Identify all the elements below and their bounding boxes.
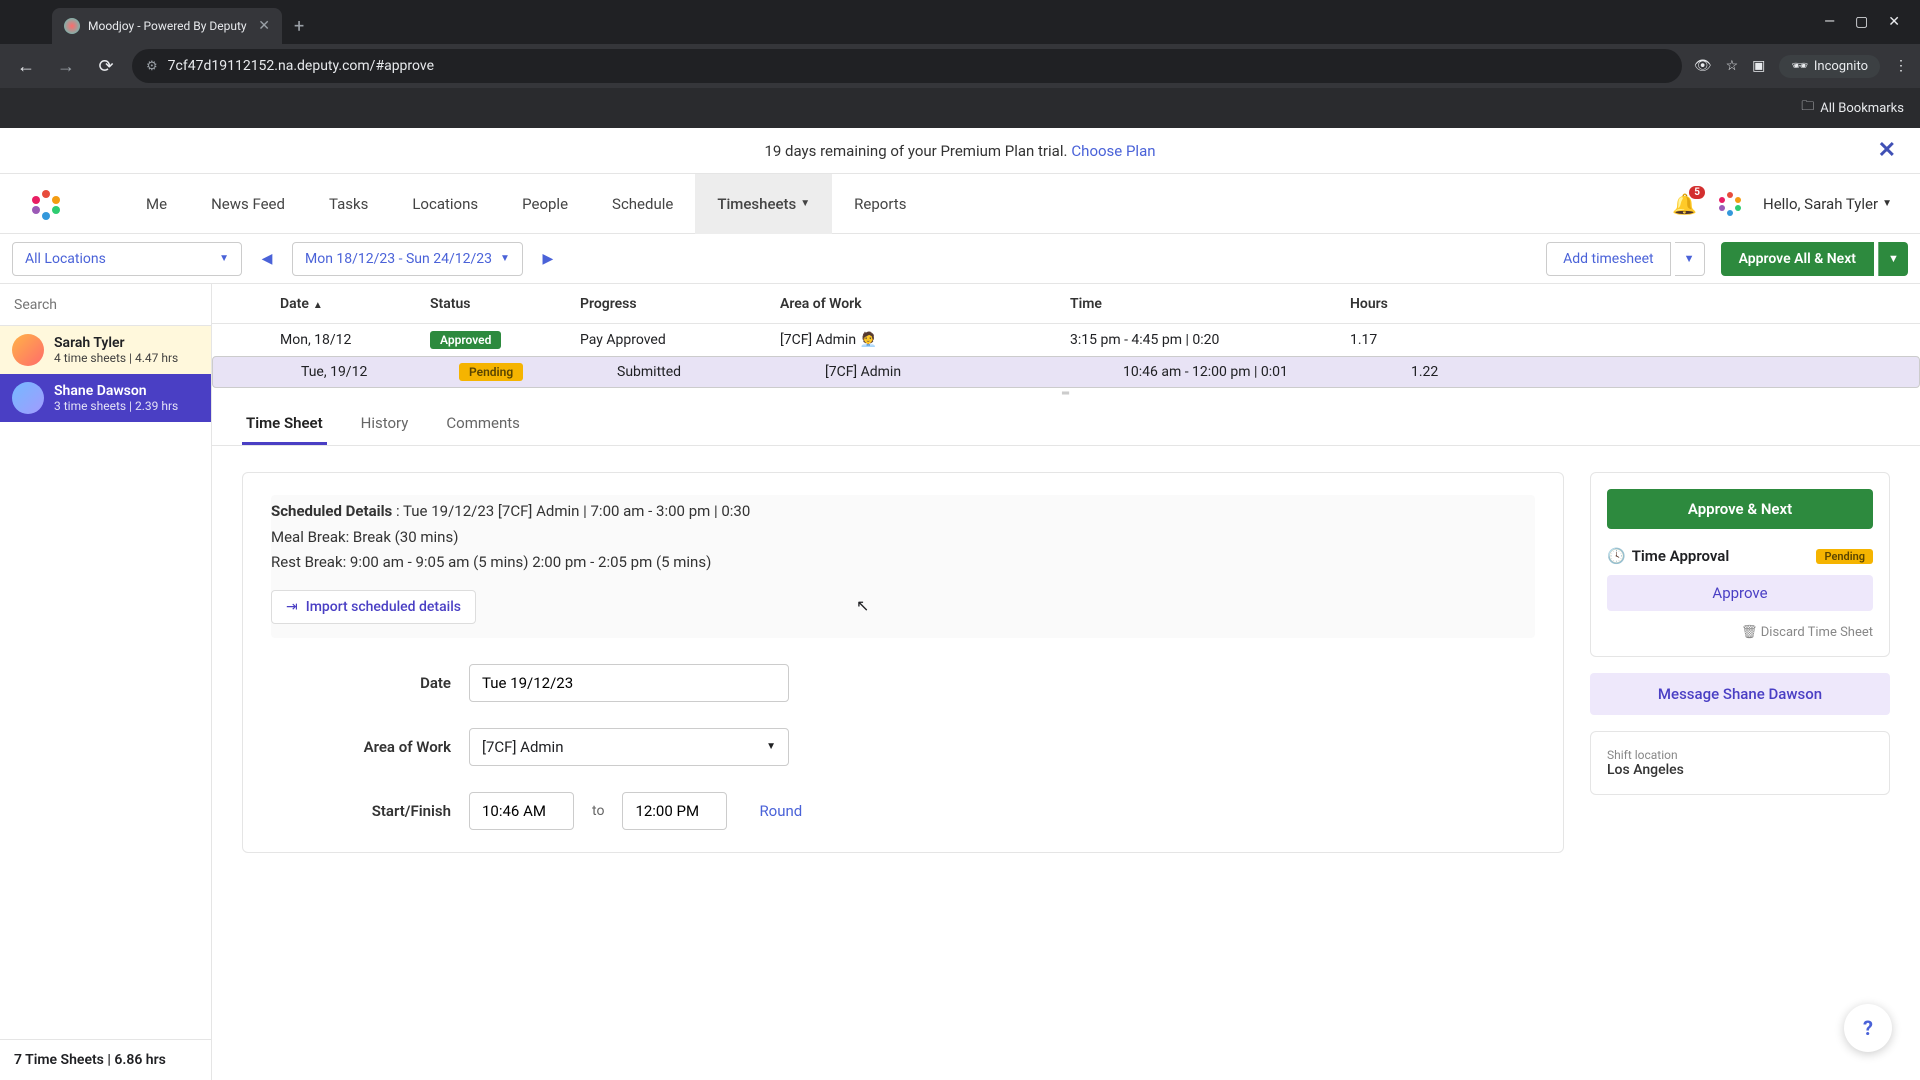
back-icon[interactable]: ← xyxy=(12,56,40,77)
nav-locations[interactable]: Locations xyxy=(390,174,500,234)
chevron-down-icon: ▼ xyxy=(800,198,810,209)
help-button[interactable]: ? xyxy=(1844,1004,1892,1052)
add-timesheet-button[interactable]: Add timesheet xyxy=(1546,242,1670,276)
nav-reports[interactable]: Reports xyxy=(832,174,928,234)
notif-badge: 5 xyxy=(1689,186,1705,199)
choose-plan-link[interactable]: Choose Plan xyxy=(1071,142,1155,160)
browser-menu-icon[interactable]: ⋮ xyxy=(1894,58,1908,74)
discard-timesheet-link[interactable]: 🗑 Discard Time Sheet xyxy=(1607,625,1873,640)
message-employee-button[interactable]: Message Shane Dawson xyxy=(1590,673,1890,715)
sort-asc-icon: ▲ xyxy=(313,300,323,311)
location-selector[interactable]: All Locations▼ xyxy=(12,242,242,276)
timesheet-detail-panel: Scheduled Details : Tue 19/12/23 [7CF] A… xyxy=(242,472,1564,853)
minimize-icon[interactable]: ― xyxy=(1824,14,1835,30)
tab-time-sheet[interactable]: Time Sheet xyxy=(242,404,327,445)
table-header: Date▲ Status Progress Area of Work Time … xyxy=(212,284,1920,324)
avatar xyxy=(12,334,44,366)
import-icon: ⇥ xyxy=(286,599,298,615)
user-menu[interactable]: Hello, Sarah Tyler▼ xyxy=(1763,195,1892,213)
nav-schedule[interactable]: Schedule xyxy=(590,174,695,234)
finish-time-input[interactable] xyxy=(622,792,727,830)
table-row[interactable]: Tue, 19/12 Pending Submitted [7CF] Admin… xyxy=(212,356,1920,388)
close-banner-icon[interactable]: ✕ xyxy=(1878,138,1896,163)
close-tab-icon[interactable]: ✕ xyxy=(258,18,270,34)
col-time[interactable]: Time xyxy=(1062,296,1342,312)
folder-icon: 🗀 xyxy=(1801,97,1814,119)
clock-icon: 🕓 xyxy=(1607,547,1626,565)
status-badge: Pending xyxy=(459,363,523,381)
tab-comments[interactable]: Comments xyxy=(442,404,524,445)
date-input[interactable] xyxy=(469,664,789,702)
chevron-down-icon: ▼ xyxy=(219,253,229,264)
incognito-indicator[interactable]: 🕶 Incognito xyxy=(1779,55,1880,78)
nav-tasks[interactable]: Tasks xyxy=(307,174,390,234)
nav-timesheets[interactable]: Timesheets▼ xyxy=(695,174,832,234)
date-range-selector[interactable]: Mon 18/12/23 - Sun 24/12/23▼ xyxy=(292,242,523,276)
approve-button[interactable]: Approve xyxy=(1607,575,1873,611)
approve-and-next-button[interactable]: Approve & Next xyxy=(1607,489,1873,529)
employee-item-sarah[interactable]: Sarah Tyler 4 time sheets | 4.47 hrs xyxy=(0,326,211,374)
col-date[interactable]: Date▲ xyxy=(272,296,422,312)
add-timesheet-menu[interactable]: ▼ xyxy=(1675,242,1705,276)
new-tab-button[interactable]: + xyxy=(282,16,316,37)
status-badge: Pending xyxy=(1816,549,1873,564)
prev-week-button[interactable]: ◀ xyxy=(252,242,282,276)
app-logo[interactable] xyxy=(28,186,64,222)
bookmark-star-icon[interactable]: ☆ xyxy=(1726,58,1739,74)
chevron-down-icon: ▼ xyxy=(500,253,510,264)
round-link[interactable]: Round xyxy=(759,802,802,820)
import-scheduled-button[interactable]: ⇥Import scheduled details xyxy=(271,590,476,624)
incognito-eye-icon[interactable]: 👁 xyxy=(1694,58,1712,74)
table-row[interactable]: Mon, 18/12 Approved Pay Approved [7CF] A… xyxy=(212,324,1920,356)
approve-all-menu[interactable]: ▼ xyxy=(1878,242,1908,276)
close-window-icon[interactable]: ✕ xyxy=(1888,14,1900,30)
sidebar-summary: 7 Time Sheets | 6.86 hrs xyxy=(0,1039,211,1080)
user-avatar-logo[interactable] xyxy=(1715,189,1745,219)
col-hours[interactable]: Hours xyxy=(1342,296,1906,312)
resize-handle[interactable]: ═ xyxy=(212,388,1920,398)
maximize-icon[interactable]: ▢ xyxy=(1855,14,1868,30)
employee-item-shane[interactable]: Shane Dawson 3 time sheets | 2.39 hrs xyxy=(0,374,211,422)
nav-news-feed[interactable]: News Feed xyxy=(189,174,307,234)
notifications-bell[interactable]: 🔔5 xyxy=(1672,192,1697,216)
employee-search-input[interactable] xyxy=(0,284,211,326)
reload-icon[interactable]: ⟳ xyxy=(92,56,120,77)
chevron-down-icon: ▼ xyxy=(766,741,776,752)
trial-banner: 19 days remaining of your Premium Plan t… xyxy=(0,128,1920,174)
nav-me[interactable]: Me xyxy=(124,174,189,234)
all-bookmarks-button[interactable]: 🗀 All Bookmarks xyxy=(1801,97,1904,119)
chevron-down-icon: ▼ xyxy=(1882,198,1892,209)
nav-people[interactable]: People xyxy=(500,174,590,234)
col-status[interactable]: Status xyxy=(422,296,572,312)
browser-tab[interactable]: Moodjoy - Powered By Deputy ✕ xyxy=(52,8,282,44)
address-bar[interactable]: ⚙ 7cf47d19112152.na.deputy.com/#approve xyxy=(132,49,1682,83)
start-time-input[interactable] xyxy=(469,792,574,830)
avatar xyxy=(12,382,44,414)
site-settings-icon[interactable]: ⚙ xyxy=(146,59,158,74)
tab-title: Moodjoy - Powered By Deputy xyxy=(88,19,250,33)
col-area[interactable]: Area of Work xyxy=(772,296,1062,312)
area-of-work-select[interactable]: [7CF] Admin▼ xyxy=(469,728,789,766)
side-panel-icon[interactable]: ▣ xyxy=(1752,58,1765,74)
incognito-icon: 🕶 xyxy=(1791,59,1808,74)
forward-icon[interactable]: → xyxy=(52,56,80,77)
url-text: 7cf47d19112152.na.deputy.com/#approve xyxy=(168,58,434,74)
next-week-button[interactable]: ▶ xyxy=(533,242,563,276)
status-badge: Approved xyxy=(430,331,501,349)
approve-all-button[interactable]: Approve All & Next xyxy=(1721,242,1874,276)
tab-favicon xyxy=(64,18,80,34)
tab-history[interactable]: History xyxy=(357,404,413,445)
trash-icon: 🗑 xyxy=(1741,625,1758,640)
col-progress[interactable]: Progress xyxy=(572,296,772,312)
shift-location-card: Shift location Los Angeles xyxy=(1590,731,1890,795)
